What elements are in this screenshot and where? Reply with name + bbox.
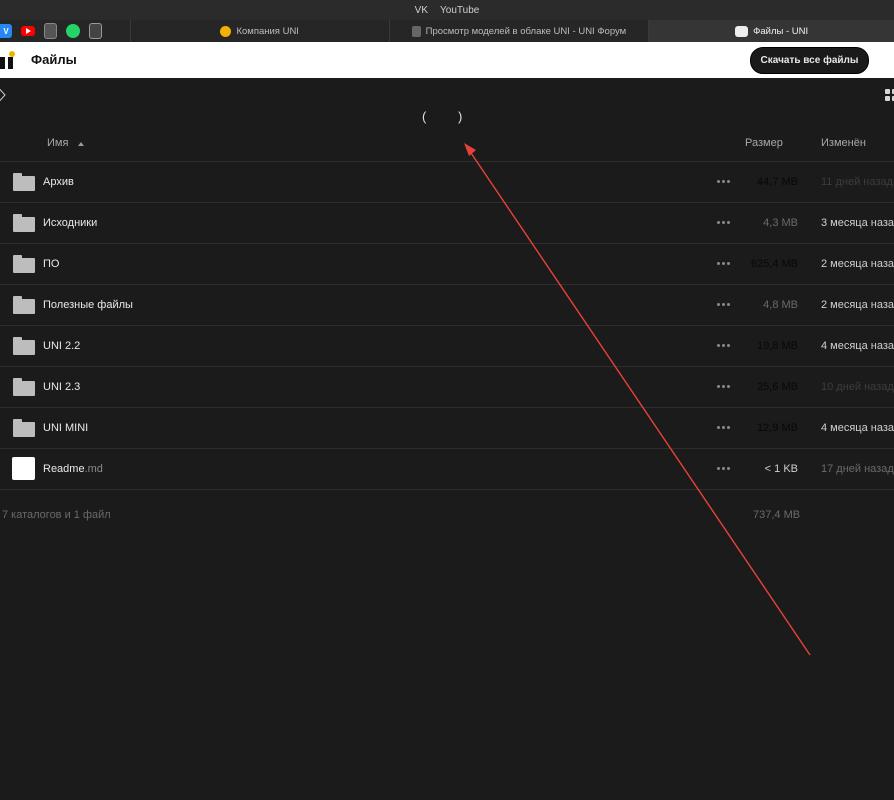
- more-options-icon[interactable]: [717, 467, 730, 470]
- pinned-tabs: V: [0, 20, 130, 42]
- row-name: ПО: [43, 258, 60, 270]
- column-header-modified[interactable]: Изменён: [821, 137, 866, 149]
- row-name: Полезные файлы: [43, 299, 133, 311]
- uni-logo[interactable]: [0, 51, 20, 70]
- more-options-icon[interactable]: [717, 262, 730, 265]
- table-row[interactable]: Readme.md < 1 KB 17 дней назад: [0, 448, 894, 490]
- row-modified: 2 месяца назад: [821, 299, 894, 311]
- table-row[interactable]: UNI 2.2 19,8 MB 4 месяца назад: [0, 325, 894, 366]
- row-size: 4,8 MB: [763, 299, 798, 311]
- bookmark-youtube[interactable]: YouTube: [440, 5, 479, 16]
- row-size: 25,6 MB: [757, 381, 798, 393]
- grid-view-icon[interactable]: [885, 89, 894, 101]
- row-size: 12,9 MB: [757, 422, 798, 434]
- row-name: UNI MINI: [43, 422, 89, 434]
- more-options-icon[interactable]: [717, 303, 730, 306]
- row-size: < 1 KB: [764, 463, 798, 475]
- forum-icon: [411, 25, 421, 37]
- row-name: UNI 2.2: [43, 340, 81, 352]
- tab-label: Файлы - UNI: [753, 25, 809, 37]
- folder-icon: [13, 378, 35, 396]
- table-row[interactable]: UNI 2.3 25,6 MB 10 дней назад: [0, 366, 894, 407]
- file-extension: .md: [84, 463, 103, 475]
- whatsapp-icon[interactable]: [66, 24, 80, 38]
- tab-label: Компания UNI: [236, 25, 299, 37]
- bookmarks-bar: VK YouTube: [0, 0, 894, 20]
- row-name: Readme.md: [43, 463, 103, 475]
- sort-ascending-icon[interactable]: [78, 142, 84, 146]
- folder-icon: [13, 255, 35, 273]
- column-header-name[interactable]: Имя: [47, 137, 68, 149]
- more-options-icon[interactable]: [717, 180, 730, 183]
- row-modified: 11 дней назад: [821, 176, 893, 188]
- download-all-button[interactable]: Скачать все файлы: [750, 47, 869, 74]
- tab-label: Просмотр моделей в облаке UNI - UNI Фору…: [425, 25, 627, 37]
- row-size: 44,7 MB: [757, 176, 798, 188]
- table-row[interactable]: ПО 625,4 MB 2 месяца назад: [0, 243, 894, 284]
- youtube-icon[interactable]: [21, 26, 35, 36]
- file-icon: [12, 457, 35, 480]
- column-header-size[interactable]: Размер: [745, 137, 783, 149]
- row-modified: 4 месяца назад: [821, 422, 894, 434]
- file-list: Архив 44,7 MB 11 дней назад Исходники 4,…: [0, 161, 894, 490]
- files-icon: [735, 25, 749, 37]
- tab-forum[interactable]: Просмотр моделей в облаке UNI - UNI Фору…: [388, 20, 649, 42]
- tab-company-uni[interactable]: Компания UNI: [129, 20, 389, 42]
- table-row[interactable]: Архив 44,7 MB 11 дней назад: [0, 161, 894, 202]
- row-modified: 10 дней назад: [821, 381, 894, 393]
- page-title: Файлы: [31, 52, 77, 67]
- row-modified: 4 месяца назад: [821, 340, 894, 352]
- row-name: Архив: [43, 176, 74, 188]
- folder-icon: [13, 296, 35, 314]
- table-row[interactable]: Полезные файлы 4,8 MB 2 месяца назад: [0, 284, 894, 325]
- app-header: Файлы Скачать все файлы: [0, 42, 894, 78]
- row-name: Исходники: [43, 217, 98, 229]
- folder-icon: [13, 214, 35, 232]
- screen: VK YouTube V Компания UNI Просмотр модел…: [0, 0, 894, 800]
- breadcrumb-chevron-icon[interactable]: [0, 84, 6, 106]
- summary-count: 7 каталогов и 1 файл: [2, 509, 111, 521]
- tab-strip: V Компания UNI Просмотр моделей в облаке…: [0, 20, 894, 43]
- row-name: UNI 2.3: [43, 381, 81, 393]
- document-icon[interactable]: [89, 23, 102, 39]
- tab-files[interactable]: Файлы - UNI: [648, 20, 894, 42]
- row-modified: 17 дней назад: [821, 463, 894, 475]
- row-modified: 2 месяца назад: [821, 258, 894, 270]
- table-row[interactable]: UNI MINI 12,9 MB 4 месяца назад: [0, 407, 894, 448]
- summary-total-size: 737,4 MB: [753, 509, 801, 521]
- row-size: 625,4 MB: [750, 258, 798, 270]
- center-text: ( ): [422, 109, 477, 124]
- vk-icon[interactable]: V: [0, 24, 12, 38]
- uni-icon: [220, 25, 232, 37]
- document-icon[interactable]: [44, 23, 57, 39]
- row-modified: 3 месяца назад: [821, 217, 894, 229]
- folder-icon: [13, 419, 35, 437]
- folder-icon: [13, 337, 35, 355]
- folder-icon: [13, 173, 35, 191]
- file-basename: Readme: [43, 463, 85, 475]
- bookmark-vk[interactable]: VK: [415, 5, 428, 16]
- more-options-icon[interactable]: [717, 426, 730, 429]
- more-options-icon[interactable]: [717, 344, 730, 347]
- more-options-icon[interactable]: [717, 385, 730, 388]
- table-row[interactable]: Исходники 4,3 MB 3 месяца назад: [0, 202, 894, 243]
- more-options-icon[interactable]: [717, 221, 730, 224]
- row-size: 4,3 MB: [763, 217, 798, 229]
- arrow-head: [464, 143, 476, 156]
- row-size: 19,8 MB: [757, 340, 798, 352]
